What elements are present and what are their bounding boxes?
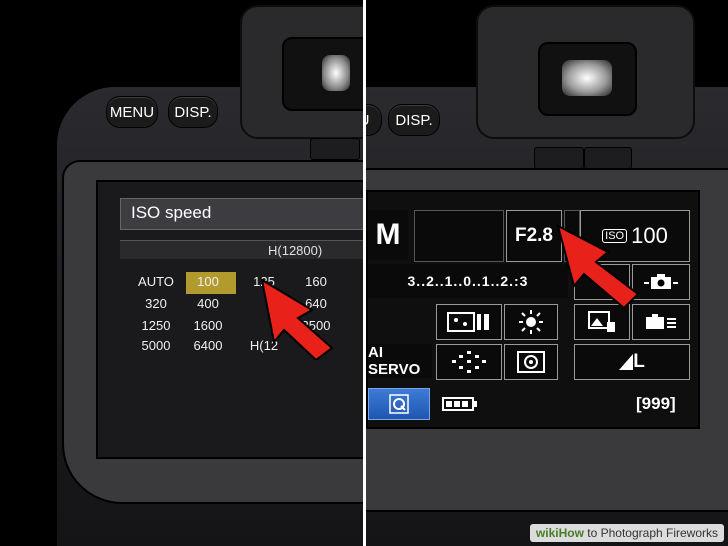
disp-button-right-label: DISP. (395, 111, 433, 129)
iso-max-bar: H(12800) (120, 240, 363, 259)
menu-button-partial-label: U (366, 112, 369, 129)
metering-mode-cell[interactable] (504, 344, 558, 380)
right-panel: U DISP. M F2.8 ISO 100 3..2..1..0..1..2.… (366, 0, 728, 546)
menu-button-label: MENU (109, 103, 155, 121)
battery-icon (442, 396, 478, 412)
picture-style-cell[interactable] (436, 304, 502, 340)
disp-button-right[interactable]: DISP. (388, 104, 440, 136)
left-panel: MENU DISP. ISO speed H(12800) AUTO100 125… (0, 0, 363, 546)
iso-option[interactable]: 1250 (130, 318, 182, 333)
viewfinder-window-right (538, 42, 637, 116)
quality-label: L (633, 351, 645, 372)
watermark: wikiHow to Photograph Fireworks (529, 524, 724, 542)
exposure-scale-label: 3..2..1..0..1..2.:3 (407, 273, 529, 289)
image-adjust-icon (588, 311, 615, 332)
af-points-icon (452, 351, 486, 373)
shutter-speed-cell[interactable] (414, 210, 504, 262)
watermark-text: to Photograph Fireworks (583, 526, 718, 540)
mode-display[interactable]: M (368, 210, 408, 260)
bezel-button (310, 138, 360, 160)
viewfinder-eyecup (240, 5, 363, 139)
af-mode-label: AI SERVO (368, 344, 421, 378)
sun-icon (519, 310, 543, 334)
quality-fine-icon (619, 354, 634, 370)
continuous-shooting-icon (646, 314, 676, 329)
af-point-cell[interactable] (436, 344, 502, 380)
exposure-scale[interactable]: 3..2..1..0..1..2.:3 (368, 264, 568, 298)
iso-option[interactable]: 1600 (182, 318, 234, 333)
af-mode-cell[interactable]: AI SERVO (368, 344, 432, 378)
viewfinder-glass (322, 55, 350, 91)
mode-label: M (375, 218, 401, 251)
iso-title: ISO speed (131, 203, 212, 222)
bezel-button-a (534, 147, 584, 169)
watermark-how: How (558, 526, 584, 540)
shots-remaining: [999] (636, 394, 676, 413)
red-arrow-icon (260, 277, 334, 360)
aperture-label: F2.8 (514, 225, 554, 246)
q-icon (389, 394, 409, 414)
evaluative-metering-icon (517, 351, 545, 373)
disp-button-label: DISP. (174, 103, 212, 121)
viewfinder-window (282, 37, 363, 111)
image-quality-cell[interactable]: L (574, 344, 690, 380)
red-arrow-icon-right (556, 224, 640, 310)
disp-button[interactable]: DISP. (168, 96, 218, 128)
iso-option[interactable]: 320 (130, 296, 182, 311)
iso-option[interactable]: 100 (182, 274, 234, 289)
menu-button[interactable]: MENU (106, 96, 158, 128)
white-balance-cell[interactable] (504, 304, 558, 340)
bezel-button-b (584, 147, 632, 169)
picture-style-icon (447, 312, 489, 332)
quick-control-tab[interactable] (368, 388, 430, 420)
viewfinder-eyecup-right (476, 5, 695, 139)
viewfinder-glass-right (562, 60, 612, 96)
watermark-brand: wiki (535, 526, 559, 540)
iso-option[interactable]: 400 (182, 296, 234, 311)
iso-title-bar: ISO speed (120, 198, 363, 230)
iso-option[interactable]: 5000 (130, 338, 182, 353)
iso-max-label: H(12800) (268, 243, 323, 258)
iso-option[interactable]: 6400 (182, 338, 234, 353)
iso-option[interactable]: AUTO (130, 274, 182, 289)
